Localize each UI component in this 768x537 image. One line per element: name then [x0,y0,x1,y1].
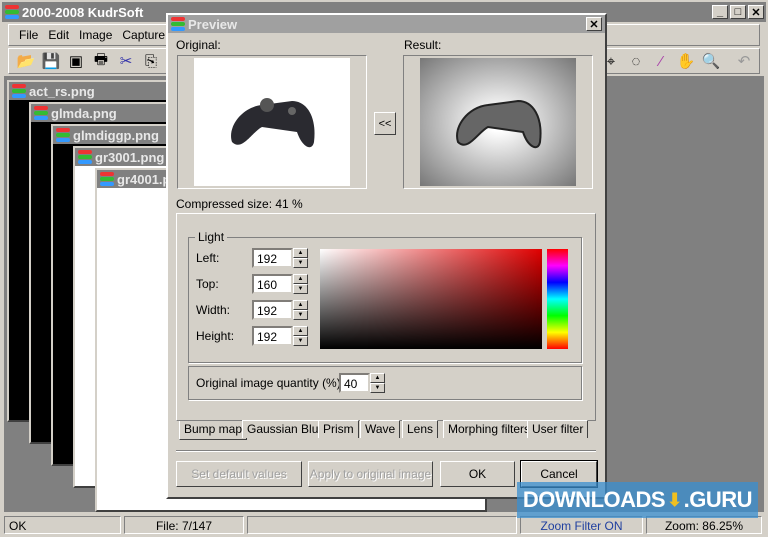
color-picker[interactable] [320,249,542,349]
status-zoom-filter: Zoom Filter ON [520,516,643,534]
original-preview [177,55,367,189]
swap-button[interactable]: << [374,112,396,135]
divider [176,450,596,452]
cut-icon[interactable]: ✂ [115,50,137,72]
hue-slider[interactable] [547,249,568,349]
tab-lens[interactable]: Lens [402,420,439,438]
copy-icon[interactable]: ⎘ [140,50,162,72]
tab-user-filter[interactable]: User filter [527,420,589,438]
watermark-text: DOWNLOADS [522,487,666,512]
dialog-title: Preview [188,16,238,32]
status-zoom: Zoom: 86.25% [646,516,762,534]
menu-capture[interactable]: Capture [122,28,165,42]
height-input[interactable]: 192 [252,326,293,346]
minimize-button[interactable]: _ [712,5,728,19]
dialog-title-bar: Preview [168,15,605,33]
top-spinner[interactable]: ▲ ▼ [293,274,308,294]
open-icon[interactable]: 📂 [15,50,37,72]
dialog-close-button[interactable]: ✕ [586,17,602,31]
result-gamepad-image [456,99,542,149]
height-label: Height: [196,329,235,343]
left-spinner[interactable]: ▲ ▼ [293,248,308,268]
apply-button[interactable]: Apply to original image [308,461,433,487]
close-button[interactable]: ✕ [748,5,764,19]
tab-gaussian-blur[interactable]: Gaussian Blur [242,420,328,438]
watermark: DOWNLOADS ⬇ .GURU [517,482,758,518]
width-input[interactable]: 192 [252,300,293,320]
status-blank [247,516,517,534]
width-spinner[interactable]: ▲ ▼ [293,300,308,320]
quantity-label: Original image quantity (%): [196,376,345,390]
ok-button[interactable]: OK [440,461,515,487]
save-all-icon[interactable]: ▣ [65,50,87,72]
undo-icon[interactable]: ↶ [733,50,755,72]
hand-icon[interactable]: ✋ [675,50,697,72]
quantity-input[interactable]: 40 [339,373,370,393]
app-icon [5,5,19,19]
menu-file[interactable]: File [19,28,38,42]
menu-image[interactable]: Image [79,28,112,42]
result-label: Result: [404,38,442,52]
tab-morphing-filters[interactable]: Morphing filters [443,420,536,438]
original-label: Original: [176,38,221,52]
magic-wand-icon[interactable]: ⁄ [650,50,672,72]
left-input[interactable]: 192 [252,248,293,268]
width-label: Width: [196,303,231,317]
child-title: glmdiggp.png [73,127,159,143]
light-group-label: Light [198,230,225,244]
dialog-icon [171,17,185,31]
child-title: gr3001.png [95,149,165,165]
menu-edit[interactable]: Edit [48,28,69,42]
set-default-button[interactable]: Set default values [176,461,302,487]
status-state: OK [4,516,121,534]
left-label: Left: [196,251,220,265]
quantity-spinner[interactable]: ▲ ▼ [370,373,385,393]
print-icon[interactable]: 🖶 [90,50,112,72]
tab-bump-map[interactable]: Bump map [179,421,248,440]
top-label: Top: [196,277,219,291]
watermark-text-2: .GURU [683,487,753,512]
save-icon[interactable]: 💾 [40,50,62,72]
app-title: 2000-2008 KudrSoft [22,4,144,20]
zoom-icon[interactable]: 🔍 [700,50,722,72]
top-input[interactable]: 160 [252,274,293,294]
ellipse-select-icon[interactable]: ◌ [625,50,647,72]
compressed-size: Compressed size: 41 % [176,197,303,211]
height-spinner[interactable]: ▲ ▼ [293,326,308,346]
gamepad-image [231,98,315,148]
maximize-button[interactable]: □ [730,5,746,19]
result-preview [403,55,593,189]
tab-wave[interactable]: Wave [360,420,401,438]
status-file: File: 7/147 [124,516,244,534]
download-icon: ⬇ [667,489,682,510]
tab-prism[interactable]: Prism [318,420,359,438]
child-title: act_rs.png [29,83,95,99]
child-title: glmda.png [51,105,117,121]
